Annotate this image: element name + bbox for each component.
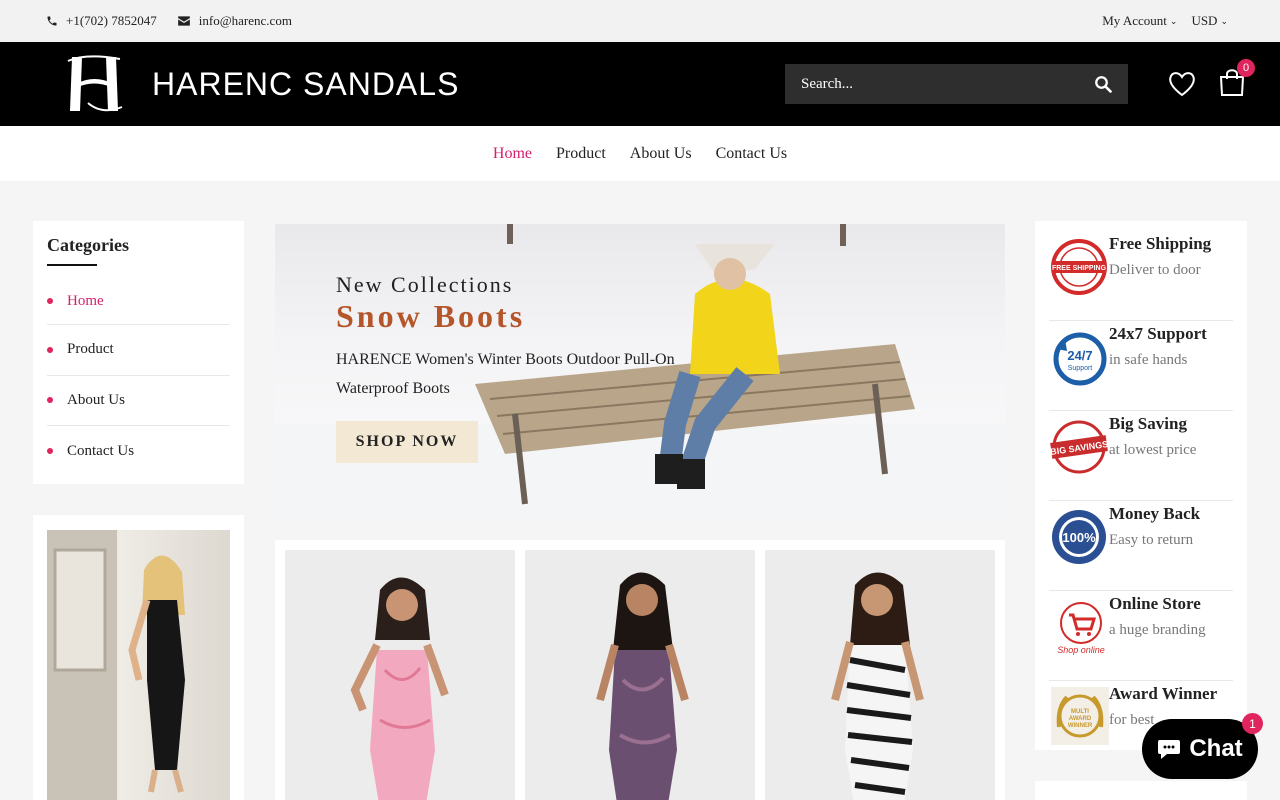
category-item-product[interactable]: Product (47, 325, 230, 376)
category-label: Home (67, 292, 104, 309)
nav-home[interactable]: Home (493, 145, 532, 163)
promo-model-image[interactable] (47, 530, 230, 800)
categories-title: Categories (47, 235, 129, 255)
product-strip (275, 540, 1005, 800)
award-icon: MULTI AWARD WINNER (1051, 687, 1109, 745)
logo-text: HARENC SANDALS (152, 65, 460, 102)
search-input[interactable] (801, 75, 1051, 93)
feature-item: FREE SHIPPING Free Shipping Deliver to d… (1049, 231, 1233, 321)
search-box (785, 64, 1128, 104)
big-savings-icon: BIG SAVINGS (1050, 420, 1109, 474)
bullet-icon (47, 298, 53, 304)
feature-item: 24/7 Support 24x7 Support in safe hands (1049, 321, 1233, 411)
feature-title: Money Back (1109, 504, 1201, 523)
category-label: Contact Us (67, 442, 135, 459)
category-item-contact-us[interactable]: Contact Us (47, 426, 230, 477)
svg-text:MULTI: MULTI (1071, 709, 1089, 715)
features-panel: FREE SHIPPING Free Shipping Deliver to d… (1035, 221, 1247, 750)
side-promo-panel (33, 515, 244, 800)
wishlist-heart-icon[interactable] (1168, 71, 1196, 97)
logo-h-icon (67, 55, 123, 112)
feature-item: 100% Money Back Easy to return (1049, 501, 1233, 591)
nav-product[interactable]: Product (556, 145, 606, 163)
svg-text:FREE SHIPPING: FREE SHIPPING (1052, 265, 1107, 272)
feature-title: Free Shipping (1109, 234, 1212, 253)
banner-title: Snow Boots (336, 298, 526, 334)
chat-button[interactable]: Chat (1142, 719, 1258, 779)
feature-subtitle: a huge branding (1109, 622, 1206, 638)
svg-text:24/7: 24/7 (1067, 348, 1092, 363)
feature-subtitle: Deliver to door (1109, 262, 1201, 278)
chevron-down-icon: ⌄ (1169, 15, 1178, 26)
email-address: info@harenc.com (198, 13, 292, 28)
category-item-about-us[interactable]: About Us (47, 376, 230, 426)
zebra-dress-image (765, 550, 995, 800)
support-icon: 24/7 Support (1053, 332, 1107, 386)
svg-text:100%: 100% (1062, 530, 1096, 545)
feature-title: Award Winner (1109, 684, 1218, 703)
feature-title: Online Store (1109, 594, 1201, 613)
free-shipping-icon: FREE SHIPPING (1051, 239, 1107, 295)
phone-number: +1(702) 7852047 (66, 13, 157, 28)
category-item-home[interactable]: Home (47, 284, 230, 325)
svg-text:WINNER: WINNER (1068, 723, 1093, 729)
bullet-icon (47, 397, 53, 404)
svg-text:Shop online: Shop online (1057, 645, 1105, 655)
product-card[interactable] (285, 550, 515, 800)
nav-contact-us[interactable]: Contact Us (716, 145, 788, 163)
shop-online-icon: Shop online (1057, 602, 1105, 655)
currency-dropdown[interactable]: USD ⌄ (1191, 13, 1228, 29)
my-account-dropdown[interactable]: My Account ⌄ (1102, 13, 1177, 29)
bullet-icon (47, 346, 53, 353)
banner-text: New Collections Snow Boots HARENCE Women… (336, 272, 686, 463)
feature-subtitle: in safe hands (1109, 352, 1188, 368)
pink-dress-image (285, 550, 515, 800)
shop-now-button[interactable]: SHOP NOW (336, 421, 478, 463)
envelope-icon (177, 16, 190, 26)
site-logo[interactable]: HARENC SANDALS (66, 53, 459, 115)
main-nav: Home Product About Us Contact Us (0, 126, 1280, 181)
category-label: Product (67, 341, 114, 358)
cart-count-badge: 0 (1237, 58, 1255, 77)
model-figure-image (47, 530, 185, 800)
category-label: About Us (67, 391, 125, 408)
guarantee-icon: 100% (1052, 510, 1106, 564)
banner-subtitle: New Collections (336, 272, 514, 297)
feature-subtitle: at lowest price (1109, 442, 1197, 458)
chat-bubble-icon (1158, 740, 1181, 759)
feature-title: 24x7 Support (1109, 324, 1207, 343)
my-account-label: My Account (1102, 13, 1167, 28)
feature-item: Shop online Online Store a huge branding (1049, 591, 1233, 681)
banner-description: HARENCE Women's Winter Boots Outdoor Pul… (336, 351, 675, 397)
hero-banner: New Collections Snow Boots HARENCE Women… (275, 224, 1005, 518)
svg-text:Support: Support (1068, 365, 1093, 372)
top-bar: +1(702) 7852047 info@harenc.com My Accou… (0, 0, 1280, 42)
right-bottom-panel (1035, 781, 1247, 800)
product-card[interactable] (525, 550, 755, 800)
nav-about-us[interactable]: About Us (630, 145, 692, 163)
bullet-icon (47, 448, 53, 455)
product-card[interactable] (765, 550, 995, 800)
currency-label: USD (1191, 13, 1218, 28)
feature-subtitle: Easy to return (1109, 532, 1194, 548)
feature-item: BIG SAVINGS Big Saving at lowest price (1049, 411, 1233, 501)
phone-contact[interactable]: +1(702) 7852047 (46, 13, 157, 29)
search-icon[interactable] (1094, 75, 1112, 93)
chevron-down-icon: ⌄ (1220, 15, 1228, 26)
feature-title: Big Saving (1109, 414, 1187, 433)
chat-label: Chat (1189, 735, 1243, 762)
chat-notification-badge: 1 (1242, 713, 1263, 734)
site-header: HARENC SANDALS 0 (0, 42, 1280, 126)
phone-icon (47, 16, 57, 26)
title-underline (47, 264, 97, 266)
cart-button[interactable]: 0 (1218, 58, 1255, 102)
svg-text:AWARD: AWARD (1069, 716, 1092, 722)
email-contact[interactable]: info@harenc.com (177, 13, 292, 29)
categories-panel: Categories Home Product About Us Contact… (33, 221, 244, 484)
purple-dress-image (525, 550, 755, 800)
